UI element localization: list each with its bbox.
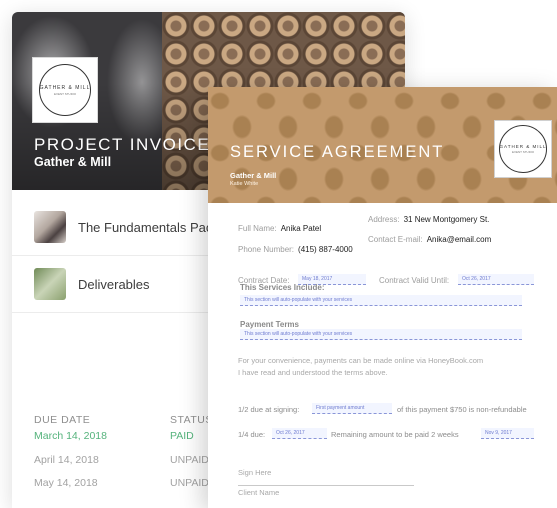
item-thumbnail [34,211,66,243]
email-value[interactable]: Anika@email.com [427,235,492,244]
phone-label: Phone Number: [238,245,295,254]
services-field[interactable]: This section will auto-populate with you… [240,295,522,306]
invoice-title: PROJECT INVOICE [34,135,211,154]
agreement-person: Katie White [230,181,259,187]
item-thumbnail [34,268,66,300]
logo-text: GATHER & MILL [39,84,91,91]
logo-subtext: EVENT STUDIO [511,150,535,154]
full-name-label: Full Name: [238,224,277,233]
services-title: This Services Include: [240,283,325,292]
phone-row: Phone Number: (415) 887-4000 [238,245,353,254]
logo-text: GATHER & MILL [499,144,547,149]
full-name-row: Full Name: Anika Patel [238,224,321,233]
payment-terms-title: Payment Terms [240,320,299,329]
payment-status: UNPAID [170,477,209,489]
address-value[interactable]: 31 New Montgomery St. [404,215,490,224]
agreement-title: SERVICE AGREEMENT [230,143,445,161]
email-row: Contact E-mail: Anika@email.com [368,235,491,244]
invoice-item-label: Deliverables [78,276,150,292]
first-payment-field[interactable]: First payment amount [312,403,392,414]
payment-terms-field[interactable]: This section will auto-populate with you… [240,329,522,340]
half-due-label: 1/2 due at signing: [238,405,300,414]
payment-date: March 14, 2018 [34,430,107,442]
payment-status: PAID [170,430,194,442]
invoice-company: Gather & Mill [34,155,112,169]
agreement-logo: GATHER & MILL EVENT STUDIO [494,120,552,178]
sign-here-label[interactable]: Sign Here [238,467,271,479]
invoice-item-deliverables[interactable]: Deliverables [34,267,150,301]
quarter-due-text: Remaining amount to be paid 2 weeks [331,430,459,439]
payment-status: UNPAID [170,454,209,466]
remaining-due-date-field[interactable]: Nov 9, 2017 [481,428,534,439]
quarter-due-date-field[interactable]: Oct 26, 2017 [272,428,327,439]
email-label: Contact E-mail: [368,235,423,244]
full-name-value[interactable]: Anika Patel [281,224,321,233]
terms-acknowledgement: I have read and understood the terms abo… [238,368,388,377]
signature-line [238,485,414,486]
phone-value[interactable]: (415) 887-4000 [298,245,353,254]
client-name-label: Client Name [238,488,280,497]
valid-until-field[interactable]: Oct 26, 2017 [458,274,534,285]
quarter-due-label: 1/4 due: [238,430,266,439]
service-agreement-card: SERVICE AGREEMENT Gather & Mill Katie Wh… [208,87,557,508]
half-due-text: of this payment $750 is non-refundable [397,405,527,414]
address-row: Address: 31 New Montgomery St. [368,215,489,224]
logo-subtext: EVENT STUDIO [53,91,77,96]
convenience-text: For your convenience, payments can be ma… [238,356,484,365]
invoice-logo: GATHER & MILL EVENT STUDIO [32,57,98,123]
due-date-column-header: DUE DATE [34,414,91,426]
payment-date: May 14, 2018 [34,477,98,489]
payment-date: April 14, 2018 [34,454,99,466]
valid-until-label: Contract Valid Until: [379,276,450,285]
agreement-header: SERVICE AGREEMENT Gather & Mill Katie Wh… [208,87,557,203]
address-label: Address: [368,215,400,224]
agreement-company: Gather & Mill [230,171,277,180]
status-column-header: STATUS [170,414,213,426]
